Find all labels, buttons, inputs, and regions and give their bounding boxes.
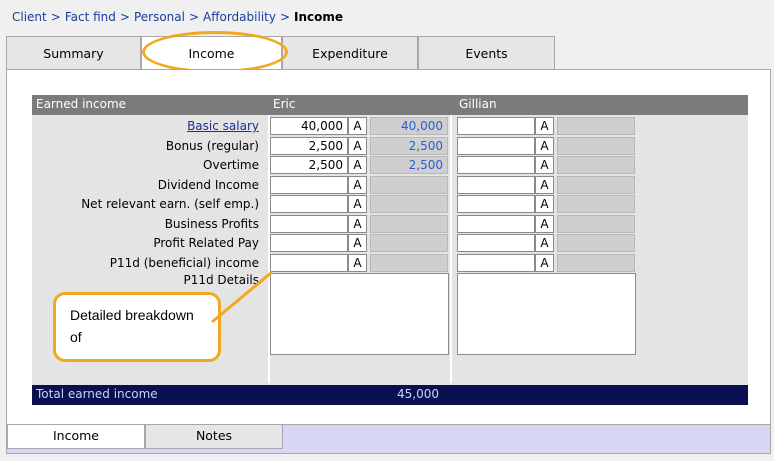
gillian-flag-toggle[interactable]: A (535, 176, 554, 194)
annotation-callout: Detailed breakdown of (53, 292, 221, 362)
breadcrumb-current: Income (294, 10, 344, 24)
row-label: Net relevant earn. (self emp.) (81, 197, 259, 211)
p11d-details-eric-textarea[interactable] (270, 273, 449, 355)
person1-header: Eric (273, 97, 296, 111)
breadcrumb-separator: > (188, 10, 200, 24)
gillian-value-input[interactable] (457, 215, 535, 233)
breadcrumb-separator: > (119, 10, 130, 24)
eric-flag-toggle[interactable]: A (348, 156, 367, 174)
gillian-calculated-value (557, 137, 635, 155)
eric-value-input[interactable] (270, 215, 348, 233)
gillian-calculated-value (557, 195, 635, 213)
breadcrumb-affordability[interactable]: Affordability (203, 10, 276, 24)
gillian-flag-toggle[interactable]: A (535, 215, 554, 233)
eric-value-input[interactable] (270, 234, 348, 252)
gillian-value-input[interactable] (457, 254, 535, 272)
gillian-flag-toggle[interactable]: A (535, 195, 554, 213)
gillian-value-input[interactable] (457, 176, 535, 194)
section-header: Earned income Eric Gillian (32, 95, 748, 115)
breadcrumb-personal[interactable]: Personal (134, 10, 185, 24)
total-label: Total earned income (36, 387, 158, 401)
breadcrumb-fact-find[interactable]: Fact find (65, 10, 116, 24)
row-label: Dividend Income (157, 178, 259, 192)
breadcrumb-separator: > (50, 10, 61, 24)
bottom-tab-notes[interactable]: Notes (145, 425, 283, 449)
gillian-value-input[interactable] (457, 234, 535, 252)
eric-flag-toggle[interactable]: A (348, 137, 367, 155)
eric-flag-toggle[interactable]: A (348, 176, 367, 194)
total-earned-income-bar: Total earned income 45,000 (32, 385, 748, 405)
total-eric-value: 45,000 (397, 387, 439, 401)
gillian-flag-toggle[interactable]: A (535, 156, 554, 174)
gillian-flag-toggle[interactable]: A (535, 117, 554, 135)
breadcrumb-client[interactable]: Client (12, 10, 47, 24)
row-label: Business Profits (164, 217, 259, 231)
tab-events[interactable]: Events (418, 36, 555, 69)
gillian-calculated-value (557, 156, 635, 174)
eric-calculated-value (370, 176, 448, 194)
eric-value-input[interactable] (270, 254, 348, 272)
gillian-calculated-value (557, 234, 635, 252)
gillian-calculated-value (557, 117, 635, 135)
gillian-flag-toggle[interactable]: A (535, 234, 554, 252)
eric-value-input[interactable]: 40,000 (270, 117, 348, 135)
column-divider (450, 115, 452, 383)
person2-header: Gillian (459, 97, 497, 111)
basic-salary-link[interactable]: Basic salary (32, 117, 259, 135)
main-panel: Earned income Eric Gillian Basic salary 4… (6, 69, 771, 425)
tab-expenditure[interactable]: Expenditure (282, 36, 418, 69)
gillian-flag-toggle[interactable]: A (535, 137, 554, 155)
tab-income[interactable]: Income (141, 36, 282, 69)
bottom-tab-bar: Income Notes (6, 425, 771, 454)
p11d-details-gillian-textarea[interactable] (457, 273, 636, 355)
section-title: Earned income (36, 97, 127, 111)
eric-flag-toggle[interactable]: A (348, 117, 367, 135)
eric-calculated-value (370, 195, 448, 213)
eric-calculated-value (370, 215, 448, 233)
row-label: Bonus (regular) (165, 139, 259, 153)
bottom-tab-income[interactable]: Income (7, 425, 145, 449)
eric-calculated-value (370, 234, 448, 252)
eric-value-input[interactable] (270, 176, 348, 194)
eric-calculated-value: 2,500 (370, 156, 448, 174)
row-label: Overtime (203, 158, 259, 172)
eric-value-input[interactable]: 2,500 (270, 137, 348, 155)
eric-value-input[interactable]: 2,500 (270, 156, 348, 174)
gillian-calculated-value (557, 254, 635, 272)
p11d-details-label: P11d Details (183, 273, 259, 287)
row-label: P11d (beneficial) income (109, 256, 259, 270)
gillian-flag-toggle[interactable]: A (535, 254, 554, 272)
eric-flag-toggle[interactable]: A (348, 215, 367, 233)
gillian-value-input[interactable] (457, 195, 535, 213)
eric-calculated-value: 40,000 (370, 117, 448, 135)
gillian-value-input[interactable] (457, 137, 535, 155)
eric-value-input[interactable] (270, 195, 348, 213)
tab-summary[interactable]: Summary (6, 36, 141, 69)
gillian-calculated-value (557, 176, 635, 194)
breadcrumb: Client > Fact find > Personal > Affordability >… (12, 10, 343, 24)
gillian-value-input[interactable] (457, 156, 535, 174)
eric-calculated-value: 2,500 (370, 137, 448, 155)
eric-flag-toggle[interactable]: A (348, 254, 367, 272)
eric-flag-toggle[interactable]: A (348, 195, 367, 213)
eric-flag-toggle[interactable]: A (348, 234, 367, 252)
breadcrumb-separator: > (279, 10, 291, 24)
eric-calculated-value (370, 254, 448, 272)
row-label: Profit Related Pay (153, 236, 259, 250)
gillian-calculated-value (557, 215, 635, 233)
gillian-value-input[interactable] (457, 117, 535, 135)
